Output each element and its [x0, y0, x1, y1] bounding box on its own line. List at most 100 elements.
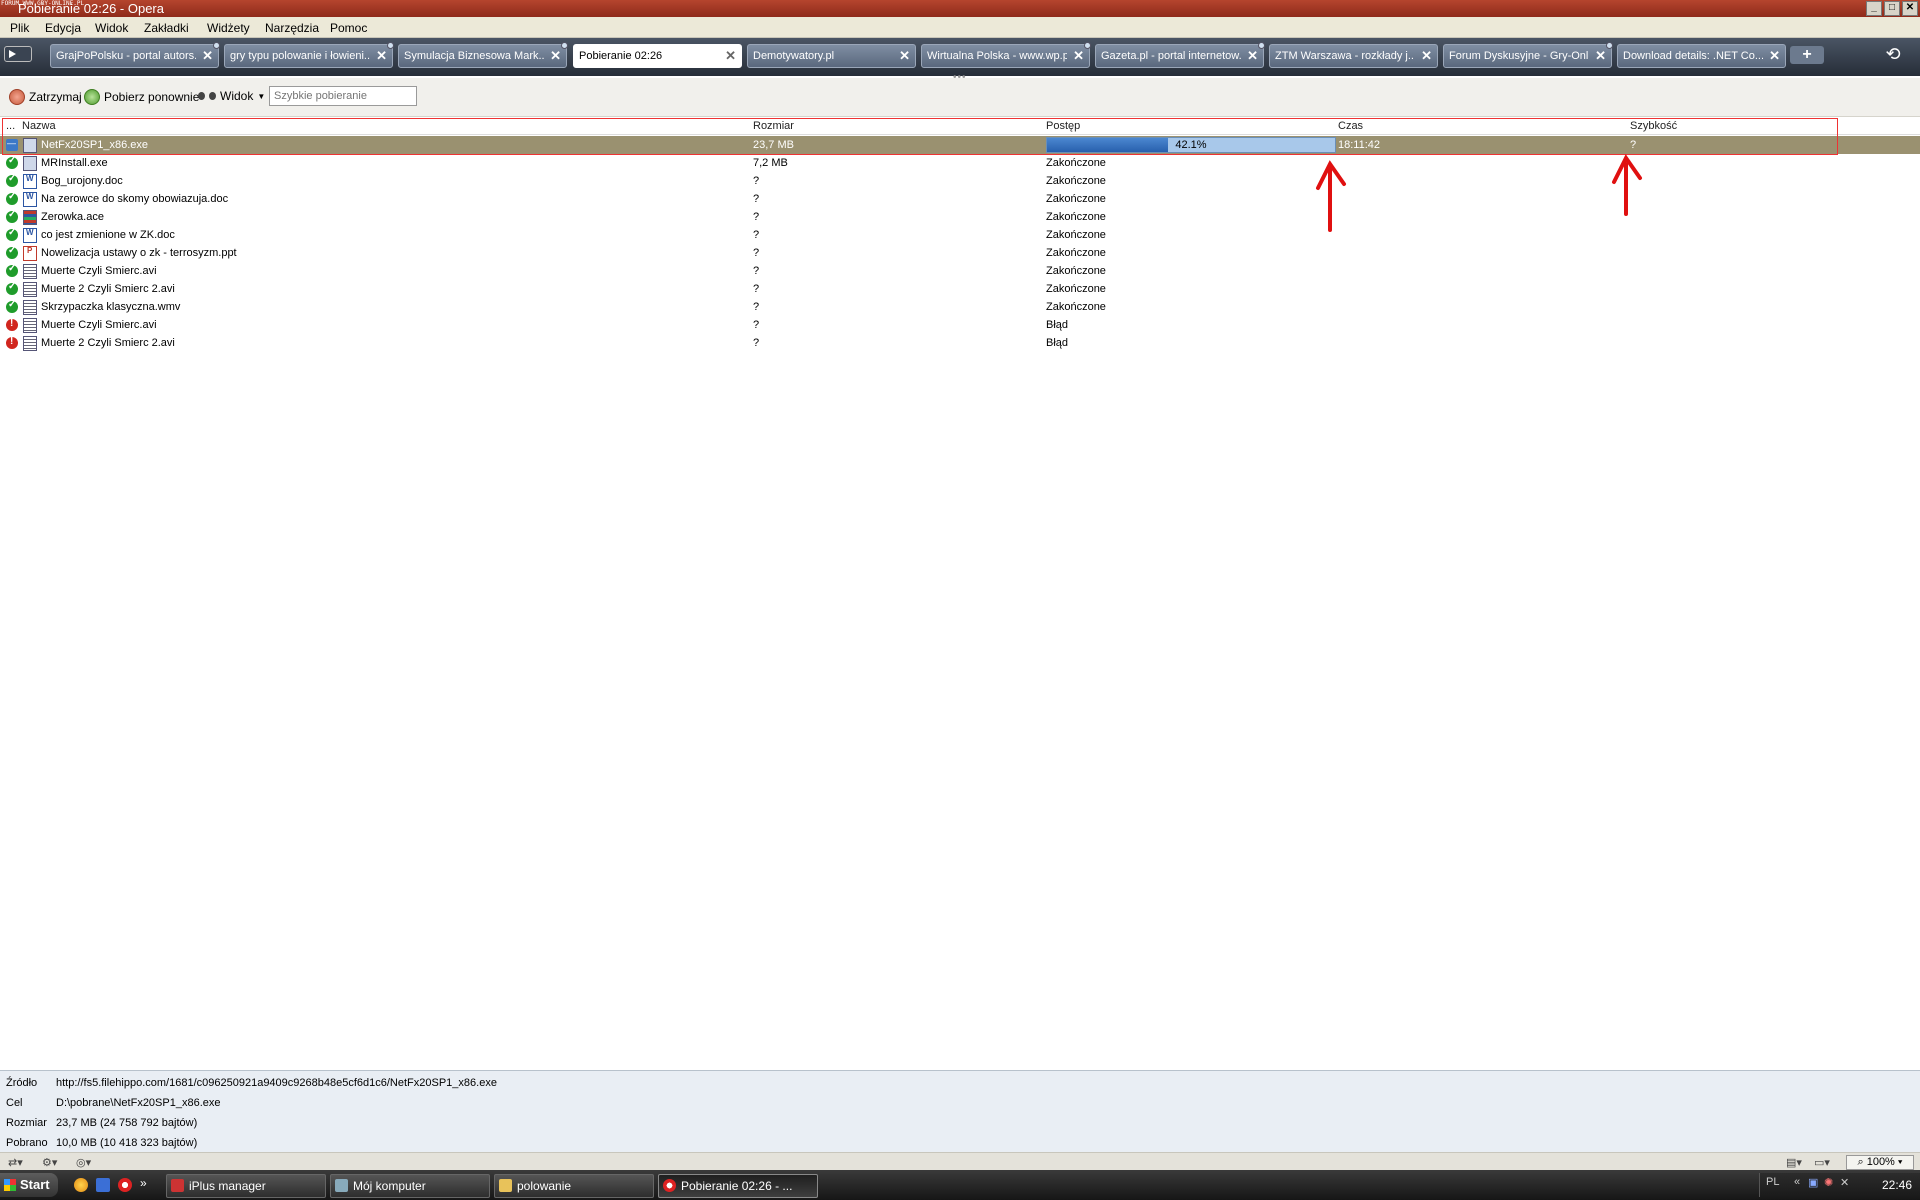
- menu-zakladki[interactable]: Zakładki: [144, 21, 189, 35]
- tab-grajpopolsku[interactable]: GrajPoPolsku - portal autors... ✕: [50, 42, 220, 68]
- video-file-icon: [23, 300, 37, 315]
- file-name: MRInstall.exe: [41, 157, 108, 169]
- view-mode-icon[interactable]: ▭▾: [1814, 1156, 1830, 1169]
- file-size: 7,2 MB: [753, 157, 788, 169]
- minimize-button[interactable]: _: [1866, 1, 1882, 16]
- page-icon[interactable]: ▤▾: [1786, 1156, 1802, 1169]
- opera-icon[interactable]: [118, 1178, 132, 1192]
- tab-close-icon[interactable]: ✕: [202, 48, 213, 64]
- file-status: Zakończone: [1046, 283, 1106, 295]
- download-row[interactable]: Na zerowce do skomy obowiazuja.doc? Zakoń…: [0, 190, 1920, 208]
- column-progress[interactable]: Postęp: [1046, 120, 1080, 132]
- tab-forum[interactable]: Forum Dyskusyjne - Gry-Onli... ✕: [1443, 42, 1613, 68]
- tab-gry-polowanie[interactable]: gry typu polowanie i łowieni... ✕: [224, 42, 394, 68]
- tab-label: Wirtualna Polska - www.wp.pl: [927, 50, 1067, 62]
- tab-pobieranie[interactable]: Pobieranie 02:26 ✕: [573, 44, 742, 68]
- tab-close-icon[interactable]: ✕: [1769, 48, 1780, 64]
- tab-close-icon[interactable]: ✕: [725, 48, 736, 64]
- menu-pomoc[interactable]: Pomoc: [330, 21, 367, 35]
- video-file-icon: [23, 336, 37, 351]
- tab-close-icon[interactable]: ✕: [1073, 48, 1084, 64]
- target-path[interactable]: D:\pobrane\NetFx20SP1_x86.exe: [56, 1097, 221, 1109]
- taskbar-iplus[interactable]: iPlus manager: [166, 1174, 326, 1198]
- tab-gazeta[interactable]: Gazeta.pl - portal internetow... ✕: [1095, 42, 1265, 68]
- file-size: ?: [753, 337, 760, 349]
- retry-button[interactable]: Pobierz ponownie: [84, 89, 199, 105]
- sync-icon[interactable]: ⚙▾: [42, 1156, 57, 1169]
- zoom-select[interactable]: ⌕ 100% ▾: [1846, 1155, 1914, 1170]
- network-tray-icon[interactable]: ▣: [1808, 1176, 1818, 1189]
- file-name: Muerte 2 Czyli Smierc 2.avi: [41, 283, 175, 295]
- new-tab-button[interactable]: +: [1790, 46, 1824, 64]
- unite-icon[interactable]: ◎▾: [76, 1156, 91, 1169]
- tray-expand-icon[interactable]: «: [1794, 1176, 1800, 1188]
- completed-icon: [6, 263, 18, 277]
- tab-net-download[interactable]: Download details: .NET Co... ✕: [1617, 44, 1786, 68]
- computer-icon: [335, 1179, 348, 1192]
- download-row[interactable]: Nowelizacja ustawy o zk - terrosyzm.ppt?…: [0, 244, 1920, 262]
- taskbar-polowanie[interactable]: polowanie: [494, 1174, 654, 1198]
- language-icon[interactable]: PL: [1766, 1176, 1779, 1188]
- download-row[interactable]: Muerte Czyli Smierc.avi? Błąd: [0, 316, 1920, 334]
- downloaded-label: Pobrano: [6, 1137, 48, 1149]
- file-status: Zakończone: [1046, 175, 1106, 187]
- download-row[interactable]: Bog_urojony.doc? Zakończone: [0, 172, 1920, 190]
- menu-widok[interactable]: Widok: [95, 21, 128, 35]
- start-label: Start: [20, 1177, 50, 1192]
- maximize-button[interactable]: □: [1884, 1, 1900, 16]
- menu-plik[interactable]: Plik: [10, 21, 29, 35]
- tab-close-icon[interactable]: ✕: [899, 48, 910, 64]
- word-document-icon: [23, 228, 37, 243]
- folder-icon: [499, 1179, 512, 1192]
- volume-icon[interactable]: ✕: [1840, 1176, 1849, 1189]
- download-row[interactable]: Zerowka.ace? Zakończone: [0, 208, 1920, 226]
- tab-ztm[interactable]: ZTM Warszawa - rozkłady j... ✕: [1269, 44, 1438, 68]
- download-row[interactable]: Muerte Czyli Smierc.avi? Zakończone: [0, 262, 1920, 280]
- completed-icon: [6, 299, 18, 313]
- tab-indicator-icon: [1606, 42, 1613, 49]
- panel-toggle-icon[interactable]: [4, 46, 32, 62]
- antivirus-icon[interactable]: ✺: [1824, 1176, 1833, 1189]
- tab-wp[interactable]: Wirtualna Polska - www.wp.pl ✕: [921, 42, 1091, 68]
- menu-widzety[interactable]: Widżety: [207, 21, 250, 35]
- tab-demotywatory[interactable]: Demotywatory.pl ✕: [747, 44, 916, 68]
- column-size[interactable]: Rozmiar: [753, 120, 794, 132]
- download-row[interactable]: Muerte 2 Czyli Smierc 2.avi? Błąd: [0, 334, 1920, 352]
- closed-tabs-icon[interactable]: ⟲: [1880, 44, 1906, 66]
- download-row[interactable]: MRInstall.exe 7,2 MB Zakończone: [0, 154, 1920, 172]
- stop-button[interactable]: Zatrzymaj: [9, 89, 82, 105]
- taskbar-my-computer[interactable]: Mój komputer: [330, 1174, 490, 1198]
- quicklaunch-more-icon[interactable]: »: [140, 1176, 154, 1190]
- file-name: Muerte 2 Czyli Smierc 2.avi: [41, 337, 175, 349]
- tab-close-icon[interactable]: ✕: [1595, 48, 1606, 64]
- close-window-button[interactable]: ✕: [1902, 1, 1918, 16]
- tab-symulacja[interactable]: Symulacja Biznesowa Mark... ✕: [398, 42, 568, 68]
- title-bar: FORUM WWW.GRY-ONLINE.PL Pobieranie 02:26…: [0, 0, 1920, 17]
- source-url[interactable]: http://fs5.filehippo.com/1681/c096250921…: [56, 1077, 497, 1089]
- menu-narzedzia[interactable]: Narzędzia: [265, 21, 319, 35]
- start-button[interactable]: Start: [0, 1173, 58, 1197]
- network-icon[interactable]: ⇄▾: [8, 1156, 23, 1169]
- column-menu[interactable]: ...: [6, 120, 15, 132]
- view-button[interactable]: Widok ▼: [198, 89, 265, 103]
- tab-close-icon[interactable]: ✕: [376, 48, 387, 64]
- stop-icon: [9, 89, 25, 105]
- tab-close-icon[interactable]: ✕: [1247, 48, 1258, 64]
- file-size: ?: [753, 193, 760, 205]
- tab-close-icon[interactable]: ✕: [1421, 48, 1432, 64]
- column-time[interactable]: Czas: [1338, 120, 1363, 132]
- chrome-icon[interactable]: [74, 1178, 88, 1192]
- menu-edycja[interactable]: Edycja: [45, 21, 81, 35]
- column-name[interactable]: Nazwa: [22, 120, 56, 132]
- download-row[interactable]: NetFx20SP1_x86.exe 23,7 MB 42.1% 18:11:4…: [0, 136, 1920, 154]
- column-speed[interactable]: Szybkość: [1630, 120, 1677, 132]
- download-details-panel: Źródło http://fs5.filehippo.com/1681/c09…: [0, 1070, 1920, 1153]
- download-row[interactable]: Skrzypaczka klasyczna.wmv? Zakończone: [0, 298, 1920, 316]
- tab-close-icon[interactable]: ✕: [550, 48, 561, 64]
- download-row[interactable]: co jest zmienione w ZK.doc? Zakończone: [0, 226, 1920, 244]
- quick-download-input[interactable]: [269, 86, 417, 106]
- download-row[interactable]: Muerte 2 Czyli Smierc 2.avi? Zakończone: [0, 280, 1920, 298]
- tab-label: gry typu polowanie i łowieni...: [230, 50, 370, 62]
- taskbar-opera[interactable]: Pobieranie 02:26 - ...: [658, 1174, 818, 1198]
- explorer-icon[interactable]: [96, 1178, 110, 1192]
